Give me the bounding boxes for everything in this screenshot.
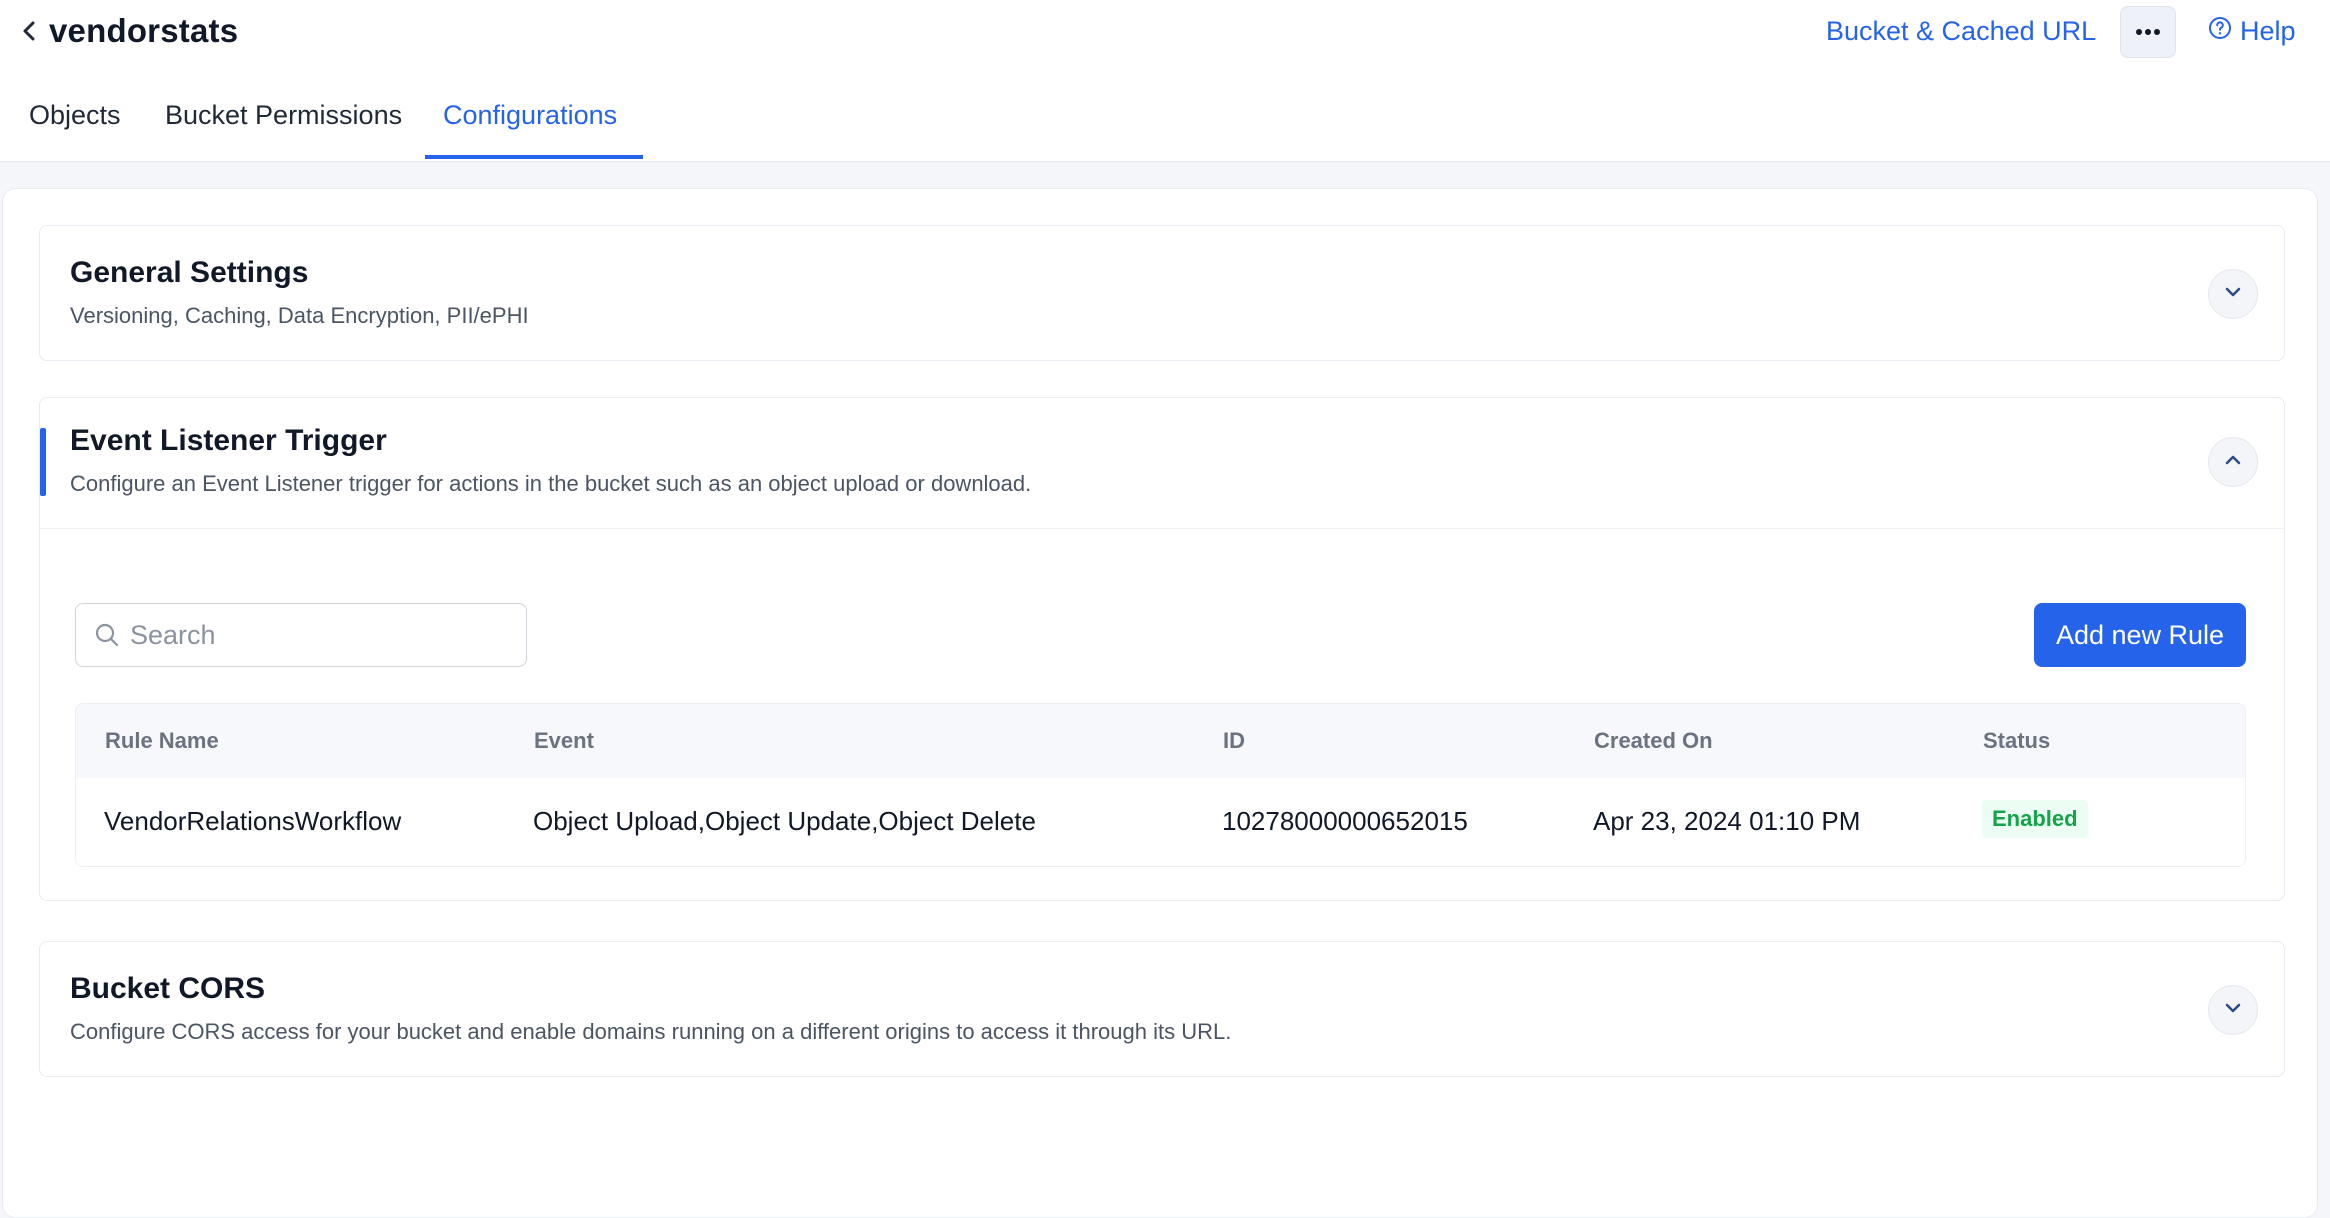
chevron-left-icon[interactable] <box>14 16 44 46</box>
general-settings-title: General Settings <box>70 256 309 289</box>
event-cell: Object Upload,Object Update,Object Delet… <box>533 806 1036 836</box>
top-bar: vendorstats Bucket & Cached URL Help Obj… <box>0 0 2330 162</box>
search-icon <box>94 622 120 648</box>
divider <box>40 528 2284 529</box>
column-header-event[interactable]: Event <box>534 728 594 754</box>
table-row[interactable]: VendorRelationsWorkflow Object Upload,Ob… <box>76 778 2245 866</box>
page-title: vendorstats <box>49 12 239 49</box>
chevron-down-icon <box>2224 285 2242 303</box>
active-tab-indicator <box>425 155 643 159</box>
chevron-up-icon <box>2224 453 2242 471</box>
column-header-rule-name[interactable]: Rule Name <box>105 728 219 754</box>
event-listener-title: Event Listener Trigger <box>70 424 387 457</box>
bucket-cors-subtitle: Configure CORS access for your bucket an… <box>70 1019 1232 1044</box>
help-label: Help <box>2240 16 2296 46</box>
configurations-panel: General Settings Versioning, Caching, Da… <box>2 188 2318 1218</box>
status-badge: Enabled <box>1982 800 2088 838</box>
created-on-cell: Apr 23, 2024 01:10 PM <box>1593 806 1861 836</box>
bucket-cors-card[interactable]: Bucket CORS Configure CORS access for yo… <box>39 941 2285 1077</box>
event-listener-subtitle: Configure an Event Listener trigger for … <box>70 471 1032 496</box>
add-new-rule-button[interactable]: Add new Rule <box>2034 603 2246 667</box>
column-header-status[interactable]: Status <box>1983 728 2050 754</box>
bucket-cached-url-link[interactable]: Bucket & Cached URL <box>1826 16 2096 47</box>
general-settings-subtitle: Versioning, Caching, Data Encryption, PI… <box>70 303 529 328</box>
search-input[interactable] <box>130 619 510 651</box>
bucket-cors-title: Bucket CORS <box>70 972 266 1005</box>
collapse-event-listener-button[interactable] <box>2208 437 2258 487</box>
section-accent-bar <box>40 428 46 496</box>
column-header-created-on[interactable]: Created On <box>1594 728 1713 754</box>
general-settings-card[interactable]: General Settings Versioning, Caching, Da… <box>39 225 2285 361</box>
help-circle-icon <box>2208 16 2232 47</box>
help-link[interactable]: Help <box>2208 16 2296 47</box>
rule-name-cell[interactable]: VendorRelationsWorkflow <box>104 806 401 837</box>
more-horizontal-icon <box>2135 23 2161 41</box>
tab-bucket-permissions[interactable]: Bucket Permissions <box>165 96 402 162</box>
more-options-button[interactable] <box>2120 6 2176 58</box>
tab-configurations[interactable]: Configurations <box>443 96 617 162</box>
column-header-id[interactable]: ID <box>1223 728 1245 754</box>
id-cell: 10278000000652015 <box>1222 806 1468 836</box>
chevron-down-icon <box>2224 1001 2242 1019</box>
search-field[interactable] <box>75 603 527 667</box>
expand-general-settings-button[interactable] <box>2208 269 2258 319</box>
table-header: Rule Name Event ID Created On Status <box>76 704 2245 778</box>
tab-objects[interactable]: Objects <box>29 96 121 162</box>
expand-bucket-cors-button[interactable] <box>2208 985 2258 1035</box>
rules-table: Rule Name Event ID Created On Status Ven… <box>75 703 2246 867</box>
